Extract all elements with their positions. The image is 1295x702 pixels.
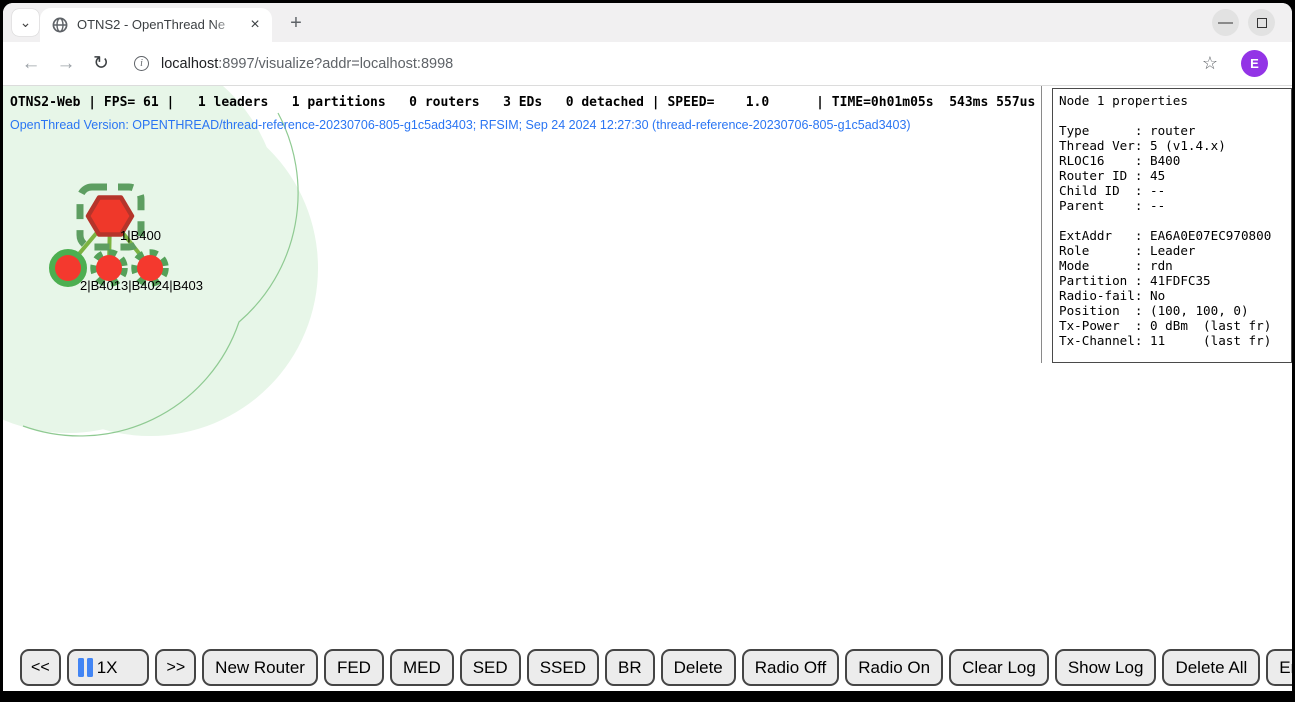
- tab-close-icon[interactable]: ×: [246, 16, 264, 34]
- node-1-label: 1|B400: [120, 228, 161, 243]
- window-minimize-button[interactable]: —: [1212, 9, 1239, 36]
- browser-window: ⌄ OTNS2 - OpenThread Ne × + — ← → ↻ i lo…: [3, 3, 1292, 691]
- url-text: localhost:8997/visualize?addr=localhost:…: [161, 56, 453, 72]
- tab-title: OTNS2 - OpenThread Ne: [77, 17, 225, 32]
- browser-tab[interactable]: OTNS2 - OpenThread Ne ×: [40, 8, 272, 42]
- ssed-button[interactable]: SSED: [527, 649, 599, 686]
- simulator-status-bar: OTNS2-Web | FPS= 61 | 1 leaders 1 partit…: [10, 95, 1035, 110]
- globe-icon: [52, 17, 68, 33]
- energy-stats-button[interactable]: Energy-stats ↗: [1266, 649, 1292, 686]
- canvas-divider: [1041, 86, 1042, 363]
- fed-button[interactable]: FED: [324, 649, 384, 686]
- node-properties-title: Node 1 properties: [1059, 93, 1285, 108]
- sed-button[interactable]: SED: [460, 649, 521, 686]
- url-path: :8997/visualize?addr=localhost:8998: [218, 56, 453, 72]
- delete-button[interactable]: Delete: [661, 649, 736, 686]
- speed-down-button[interactable]: <<: [20, 649, 61, 686]
- back-icon[interactable]: ←: [17, 50, 45, 78]
- visualizer-canvas: 1|B400 2|B401 3|B402 4|B403 OTNS2-Web | …: [3, 86, 1292, 691]
- bookmark-star-icon[interactable]: ☆: [1197, 53, 1223, 74]
- url-host: localhost: [161, 56, 218, 72]
- title-bar: ⌄ OTNS2 - OpenThread Ne × + —: [3, 3, 1292, 42]
- network-graph: [3, 86, 1053, 586]
- profile-avatar[interactable]: E: [1241, 50, 1268, 77]
- delete-all-button[interactable]: Delete All: [1162, 649, 1260, 686]
- speed-label: 1X: [97, 658, 118, 678]
- new-tab-button[interactable]: +: [284, 11, 308, 35]
- br-button[interactable]: BR: [605, 649, 655, 686]
- clear-log-button[interactable]: Clear Log: [949, 649, 1049, 686]
- action-toolbar: << 1X >> New Router FED MED SED SSED BR …: [20, 649, 1292, 686]
- chevron-down-icon: ⌄: [20, 14, 32, 31]
- maximize-icon: [1257, 18, 1267, 28]
- reload-icon[interactable]: ↻: [87, 50, 115, 78]
- med-button[interactable]: MED: [390, 649, 454, 686]
- openthread-version-line: OpenThread Version: OPENTHREAD/thread-re…: [10, 118, 911, 132]
- forward-icon[interactable]: →: [52, 50, 80, 78]
- site-info-icon[interactable]: i: [134, 56, 149, 71]
- node-2-circle[interactable]: [55, 255, 81, 281]
- node-2-label: 2|B401: [80, 278, 121, 293]
- address-bar[interactable]: i localhost:8997/visualize?addr=localhos…: [122, 48, 1280, 80]
- window-maximize-button[interactable]: [1248, 9, 1275, 36]
- radio-off-button[interactable]: Radio Off: [742, 649, 840, 686]
- navigation-bar: ← → ↻ i localhost:8997/visualize?addr=lo…: [3, 42, 1292, 86]
- node-3-label: 3|B402: [121, 278, 162, 293]
- radio-on-button[interactable]: Radio On: [845, 649, 943, 686]
- new-router-button[interactable]: New Router: [202, 649, 318, 686]
- node-properties-panel: Node 1 properties Type : router Thread V…: [1052, 88, 1292, 363]
- show-log-button[interactable]: Show Log: [1055, 649, 1157, 686]
- speed-up-button[interactable]: >>: [155, 649, 196, 686]
- node-properties-body: Type : router Thread Ver: 5 (v1.4.x) RLO…: [1059, 123, 1285, 348]
- speed-button[interactable]: 1X: [67, 649, 150, 686]
- tab-title-fade: [212, 16, 246, 34]
- tab-search-button[interactable]: ⌄: [12, 9, 39, 36]
- pause-icon: [78, 658, 93, 677]
- node-4-label: 4|B403: [162, 278, 203, 293]
